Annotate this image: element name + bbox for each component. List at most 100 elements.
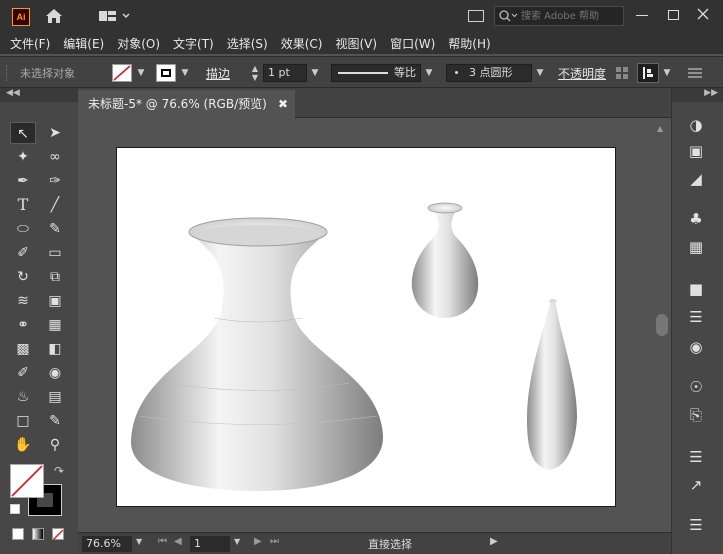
blend-tool-icon[interactable]: ◉ [42,362,68,384]
free-transform-tool-icon[interactable]: ▣ [42,290,68,312]
eyedropper-tool-icon[interactable]: ✐ [10,362,36,384]
menu-item[interactable]: 文件(F) [10,35,50,52]
stroke-weight-stepper-icon[interactable]: ▲ ▼ [249,64,261,82]
small-vase[interactable] [411,202,479,318]
perspective-grid-tool-icon[interactable]: ▦ [42,314,68,336]
color-mode-icon[interactable] [12,528,24,540]
gradient-mode-icon[interactable] [32,528,44,540]
asset-export-icon[interactable]: ⎘ [684,404,708,426]
eraser-tool-icon[interactable]: ▭ [42,242,68,264]
minimize-button[interactable] [636,15,648,16]
fill-dropdown-chevron-icon[interactable]: ▼ [134,63,148,83]
vertical-scrollbar[interactable]: ▲ [653,118,671,532]
none-mode-icon[interactable] [52,528,64,541]
first-artboard-icon[interactable]: ⏮ [158,536,167,547]
libraries-icon[interactable]: ☰ [684,514,708,536]
graphic-styles-icon[interactable]: ☉ [684,376,708,398]
color-panel-icon[interactable]: ◑ [684,114,708,136]
menu-item[interactable]: 编辑(E) [63,35,104,52]
stroke-swatch[interactable] [156,64,176,82]
fill-stroke-widget[interactable]: ↷ [10,464,70,516]
mesh-tool-icon[interactable]: ▩ [10,338,36,360]
fill-swatch[interactable] [112,64,132,82]
magic-wand-tool-icon[interactable]: ✦ [10,146,36,168]
type-tool-icon[interactable]: T [10,194,36,216]
default-colors-icon[interactable] [10,504,20,514]
menu-item[interactable]: 选择(S) [227,35,268,52]
zoom-tool-icon[interactable]: ⚲ [42,434,68,456]
document-tab[interactable]: 未标题-5* @ 76.6% (RGB/预览) ✖ [78,90,295,118]
appearance-panel-icon[interactable]: ◉ [684,336,708,358]
opacity-label[interactable]: 不透明度 [558,65,606,83]
menu-item[interactable]: 对象(O) [117,35,160,52]
panel-menu-icon[interactable] [688,67,702,82]
menu-item[interactable]: 效果(C) [281,35,323,52]
symbol-sprayer-tool-icon[interactable]: ♨ [10,386,36,408]
fill-color-box[interactable] [10,464,44,498]
expand-arrows-icon[interactable]: ▶▶ [704,88,718,98]
menu-item[interactable]: 窗口(W) [390,35,435,52]
gradient-panel-icon[interactable]: ◢ [684,168,708,190]
selection-tool-icon[interactable]: ↖ [10,122,36,144]
recolor-grid-icon[interactable] [615,66,629,80]
gradient-tool-icon[interactable]: ◧ [42,338,68,360]
collapse-arrows-icon[interactable]: ◀◀ [6,88,20,98]
home-icon[interactable] [44,7,64,25]
ellipse-tool-icon[interactable]: ⬭ [10,218,36,240]
line-tool-icon[interactable]: ╱ [42,194,68,216]
swap-colors-icon[interactable]: ↷ [54,464,64,478]
artboard-tool-icon[interactable]: □ [10,410,36,432]
last-artboard-icon[interactable]: ⏭ [270,536,279,547]
scale-tool-icon[interactable]: ⧉ [42,266,68,288]
stroke-panel-icon[interactable]: ☰ [684,306,708,328]
pen-tool-icon[interactable]: ✒ [10,170,36,192]
artboard-number-field[interactable]: 1 [190,536,230,552]
large-vase[interactable] [131,217,383,491]
stroke-label[interactable]: 描边 [206,65,230,83]
stroke-dropdown-chevron-icon[interactable]: ▼ [178,63,192,83]
menu-item[interactable]: 文字(T) [173,35,214,52]
search-field[interactable] [494,6,624,26]
scroll-up-icon[interactable]: ▲ [657,124,663,133]
transparency-panel-icon[interactable]: ■ [684,278,708,300]
next-artboard-icon[interactable]: ▶ [254,536,262,547]
stroke-weight-chevron-icon[interactable]: ▼ [308,63,322,83]
artboard[interactable] [116,147,616,507]
swatches-panel-icon[interactable]: ▦ [684,236,708,258]
stroke-profile-dropdown[interactable]: 等比 [331,64,421,82]
artboard-chevron-icon[interactable]: ▼ [234,537,240,546]
slice-tool-icon[interactable]: ✎ [42,410,68,432]
zoom-level-field[interactable]: 76.6% [82,536,132,552]
menu-item[interactable]: 视图(V) [335,35,377,52]
rotate-tool-icon[interactable]: ↻ [10,266,36,288]
layers-panel-icon[interactable]: ☰ [684,446,708,468]
align-chevron-icon[interactable]: ▼ [660,63,674,83]
hand-tool-icon[interactable]: ✋ [10,434,36,456]
export-icon[interactable]: ↗ [684,474,708,496]
close-button[interactable] [697,8,709,23]
shaper-tool-icon[interactable]: ✐ [10,242,36,264]
close-tab-icon[interactable]: ✖ [278,90,288,118]
column-graph-tool-icon[interactable]: ▤ [42,386,68,408]
lasso-tool-icon[interactable]: ∞ [42,146,68,168]
maximize-button[interactable] [668,10,679,20]
curvature-tool-icon[interactable]: ✑ [42,170,68,192]
workspace-layout-icon[interactable] [98,9,132,23]
stroke-profile-chevron-icon[interactable]: ▼ [422,63,436,83]
stroke-weight-field[interactable]: 1 pt [263,64,307,82]
scroll-thumb[interactable] [656,314,668,336]
color-guide-icon[interactable]: ▣ [684,140,708,162]
width-tool-icon[interactable]: ≋ [10,290,36,312]
menu-item[interactable]: 帮助(H) [448,35,490,52]
symbols-panel-icon[interactable]: ♣ [684,208,708,230]
search-input[interactable] [521,8,621,24]
paintbrush-tool-icon[interactable]: ✎ [42,218,68,240]
prev-artboard-icon[interactable]: ◀ [174,536,182,547]
brush-dropdown[interactable]: 3 点圆形 [446,64,532,82]
shape-builder-tool-icon[interactable]: ⚭ [10,314,36,336]
tall-vase[interactable] [527,299,577,470]
brush-chevron-icon[interactable]: ▼ [533,63,547,83]
vase-artwork[interactable] [117,148,615,506]
direct-selection-tool-icon[interactable]: ➤ [42,122,68,144]
zoom-chevron-icon[interactable]: ▼ [136,537,142,546]
